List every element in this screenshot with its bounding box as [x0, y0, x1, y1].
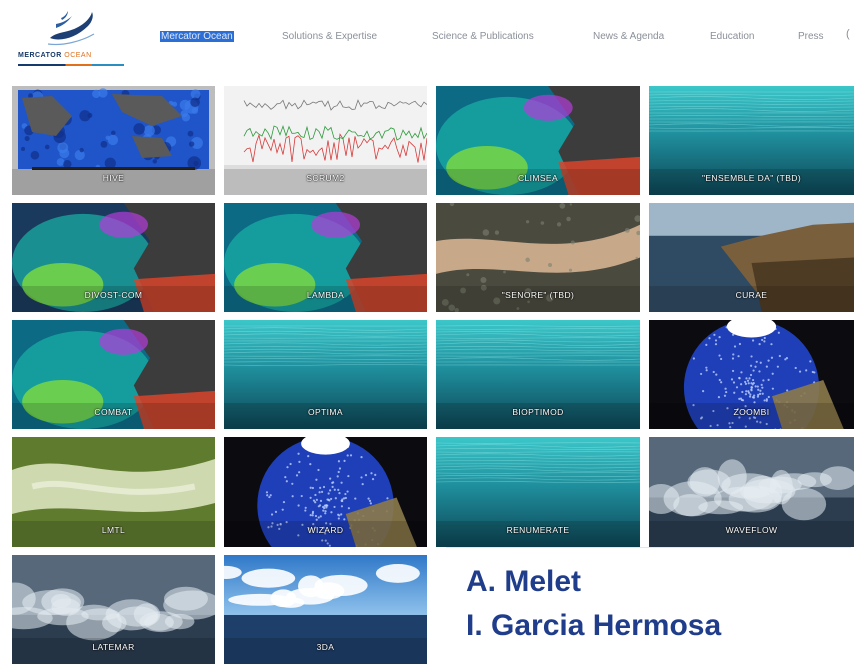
tile-label: HIVE	[102, 173, 125, 183]
mercator-ocean-logo[interactable]: MERCATOR OCEAN	[18, 8, 126, 68]
tile-label: WIZARD	[307, 525, 344, 535]
mercator-projects-page: MERCATOR OCEAN Mercator Ocean Solutions &…	[0, 0, 854, 664]
tile-label: BIOPTIMOD	[512, 407, 564, 417]
nav-overflow-glyph: (	[846, 28, 850, 40]
nav-item-mercator-ocean[interactable]: Mercator Ocean	[160, 31, 234, 42]
project-tile-climsea[interactable]: CLIMSEA	[436, 86, 640, 195]
tile-label: ZOOMBI	[733, 407, 770, 417]
nav-item-solutions-expertise[interactable]: Solutions & Expertise	[282, 31, 377, 42]
tile-label: OPTIMA	[308, 407, 343, 417]
project-tile-wizard[interactable]: WIZARD	[224, 437, 427, 547]
tile-label: CLIMSEA	[517, 173, 559, 183]
project-tile-waveflow[interactable]: WAVEFLOW	[649, 437, 854, 547]
nav-item-science-publications[interactable]: Science & Publications	[432, 31, 534, 42]
tile-label: SCRUM2	[306, 173, 345, 183]
project-tile-zoombi[interactable]: ZOOMBI	[649, 320, 854, 429]
credit-author-2: I. Garcia Hermosa	[466, 609, 722, 642]
tile-label: LATEMAR	[92, 642, 135, 652]
project-tile-hive[interactable]: HIVE	[12, 86, 215, 195]
wave-logo-icon	[47, 11, 95, 46]
nav-item-press[interactable]: Press	[798, 31, 824, 42]
tile-label: LAMBDA	[306, 290, 345, 300]
project-tile-combat[interactable]: COMBAT	[12, 320, 215, 429]
tile-label: "ENSEMBLE DA" (tbd)	[701, 173, 802, 183]
divider	[446, 547, 851, 551]
project-tile-curae[interactable]: CURAE	[649, 203, 854, 312]
project-tile-senore-tbd[interactable]: "SENORE" (tbd)	[436, 203, 640, 312]
logo-text: MERCATOR OCEAN	[18, 52, 92, 59]
nav-item-education[interactable]: Education	[710, 31, 754, 42]
tile-label: COMBAT	[94, 407, 133, 417]
project-tile-renumerate[interactable]: RENUMERATE	[436, 437, 640, 547]
project-tile-3da[interactable]: 3DA	[224, 555, 427, 664]
project-tile-divost-com[interactable]: DIVOST-COM	[12, 203, 215, 312]
credits: A. Melet I. Garcia Hermosa	[466, 560, 721, 648]
tile-label: CURAE	[735, 290, 768, 300]
tile-label: 3DA	[316, 642, 335, 652]
project-tile-scrum2[interactable]: SCRUM2	[224, 86, 427, 195]
logo-underline	[18, 64, 124, 66]
nav-item-news-agenda[interactable]: News & Agenda	[593, 31, 664, 42]
site-header: MERCATOR OCEAN Mercator Ocean Solutions &…	[0, 0, 854, 78]
project-tile-optima[interactable]: OPTIMA	[224, 320, 427, 429]
tile-label: LMTL	[101, 525, 126, 535]
tile-label: "SENORE" (tbd)	[501, 290, 575, 300]
tile-label: WAVEFLOW	[725, 525, 778, 535]
tile-label: RENUMERATE	[506, 525, 570, 535]
project-tile-ensemble-da-tbd[interactable]: "ENSEMBLE DA" (tbd)	[649, 86, 854, 195]
project-tile-lambda[interactable]: LAMBDA	[224, 203, 427, 312]
project-tile-bioptimod[interactable]: BIOPTIMOD	[436, 320, 640, 429]
project-tile-latemar[interactable]: LATEMAR	[12, 555, 215, 664]
credit-author-1: A. Melet	[466, 565, 582, 598]
tile-label: DIVOST-COM	[84, 290, 143, 300]
project-tile-lmtl[interactable]: LMTL	[12, 437, 215, 547]
